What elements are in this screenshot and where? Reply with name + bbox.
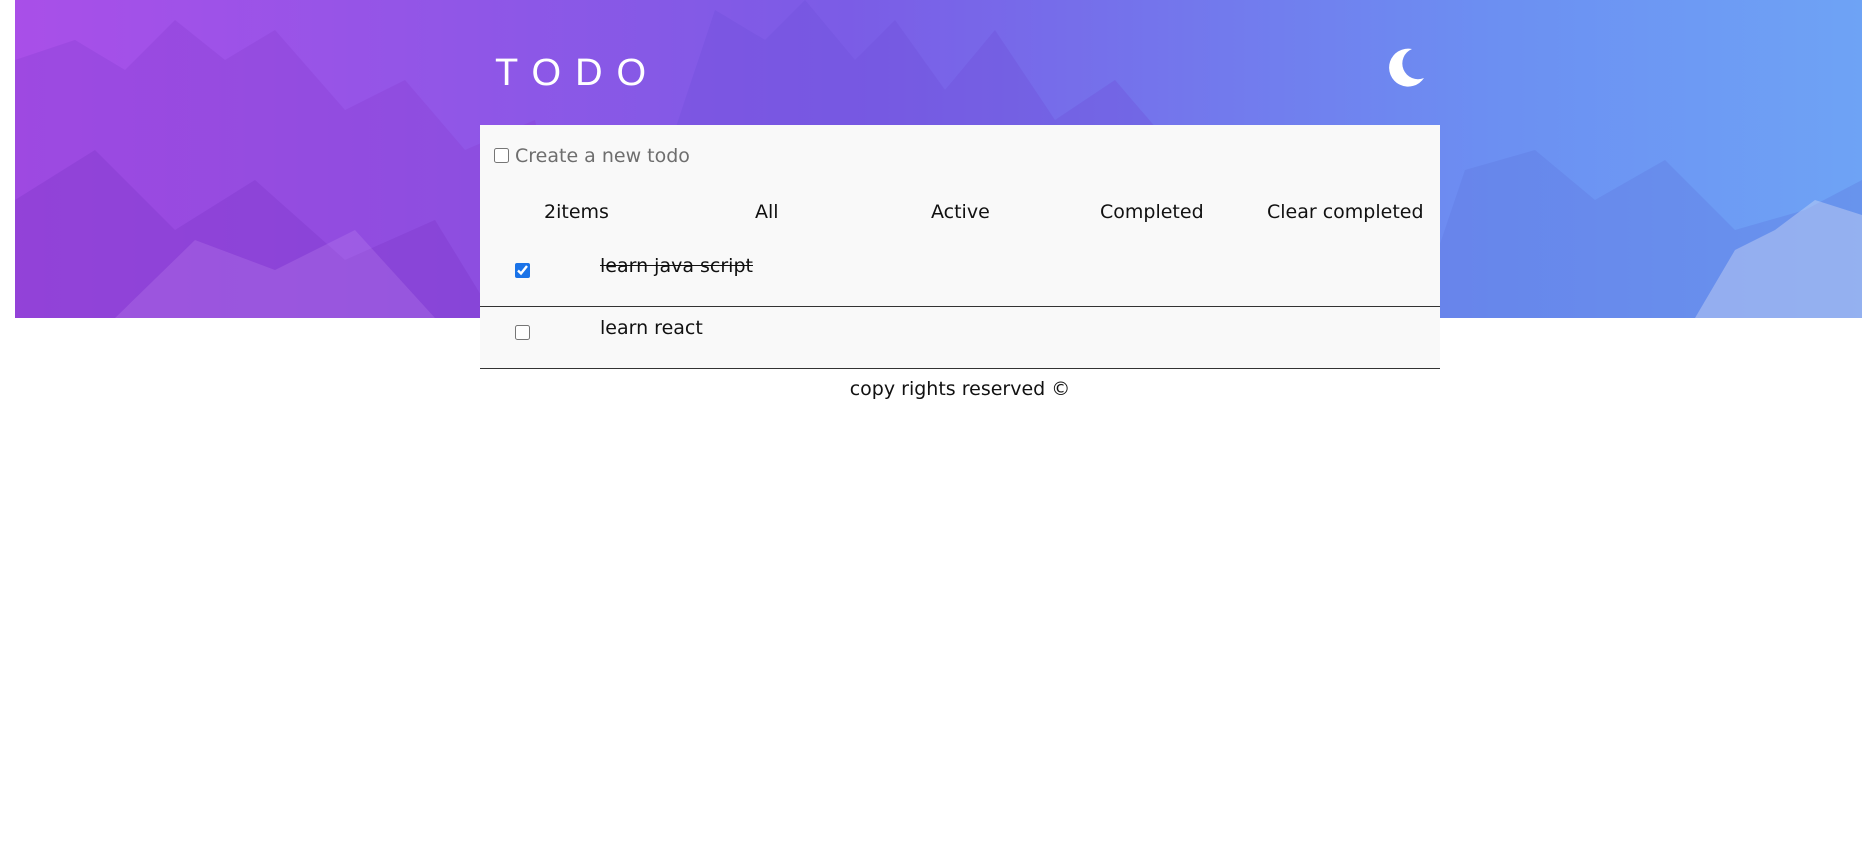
- todo-complete-checkbox[interactable]: [515, 263, 530, 278]
- clear-completed-button[interactable]: Clear completed: [1267, 201, 1424, 223]
- toggle-all-checkbox[interactable]: [494, 148, 509, 163]
- items-left-count: 2items: [544, 201, 609, 223]
- theme-toggle-button[interactable]: [1386, 46, 1426, 88]
- filter-all-button[interactable]: All: [755, 201, 779, 223]
- todo-complete-checkbox[interactable]: [515, 325, 530, 340]
- todo-item: learn react: [480, 307, 1440, 369]
- filter-completed-button[interactable]: Completed: [1100, 201, 1204, 223]
- app-title: TODO: [495, 52, 661, 94]
- filter-bar: 2items All Active Completed Clear comple…: [480, 189, 1440, 245]
- filter-active-button[interactable]: Active: [931, 201, 990, 223]
- todo-item: learn java script: [480, 245, 1440, 307]
- footer-copyright: copy rights reserved ©: [849, 378, 1071, 400]
- todo-text[interactable]: learn java script: [600, 255, 753, 277]
- moon-icon: [1389, 48, 1424, 87]
- todo-text[interactable]: learn react: [600, 317, 703, 339]
- todo-panel: 2items All Active Completed Clear comple…: [480, 125, 1440, 369]
- new-todo-row: [480, 125, 1440, 189]
- new-todo-input[interactable]: [515, 142, 1115, 170]
